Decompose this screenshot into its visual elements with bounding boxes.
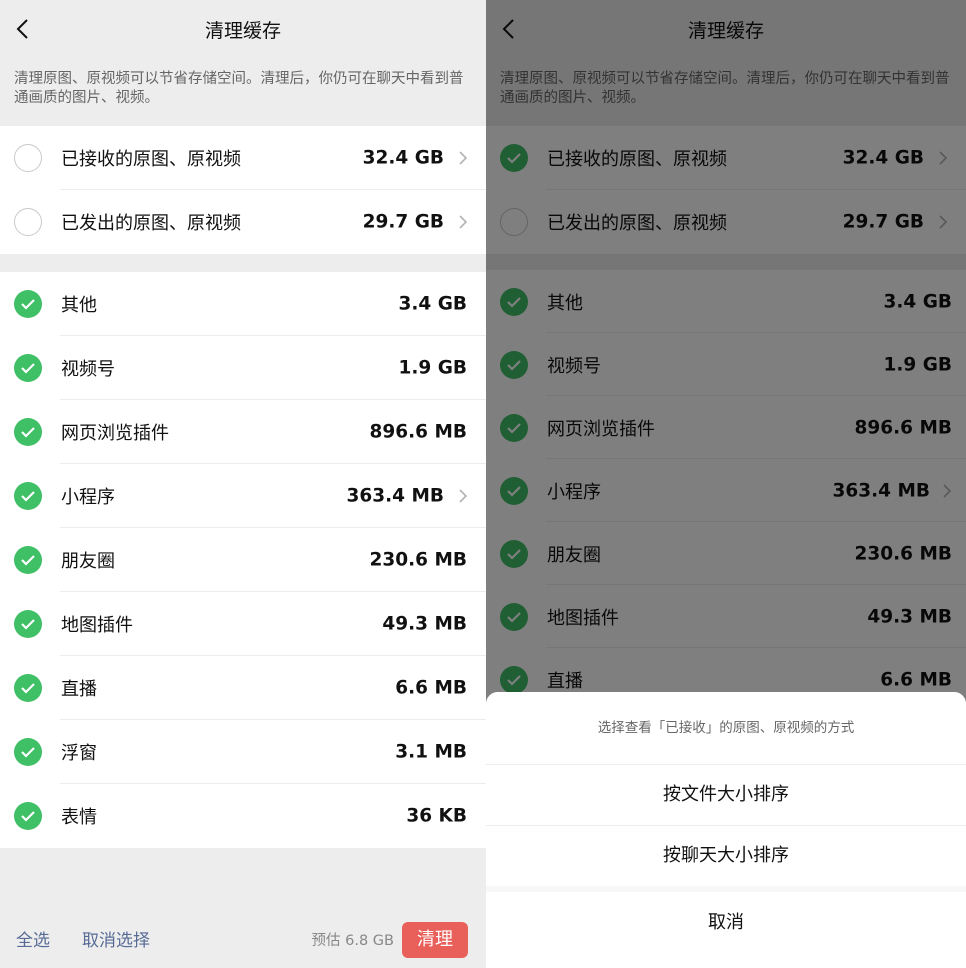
estimate-size: 预估 6.8 GB: [311, 933, 394, 949]
row-size: 32.4 GB: [362, 147, 444, 169]
row-received-originals[interactable]: 已接收的原图、原视频 32.4 GB: [0, 126, 486, 190]
checked-circle-icon[interactable]: [14, 546, 42, 574]
checked-circle-icon[interactable]: [14, 418, 42, 446]
row-stickers[interactable]: 表情 36 KB: [0, 784, 486, 848]
sort-by-file-size-option[interactable]: 按文件大小排序: [486, 765, 966, 825]
checked-circle-icon[interactable]: [14, 738, 42, 766]
row-size: 3.4 GB: [398, 293, 468, 315]
action-sheet: 选择查看「已接收」的原图、原视频的方式 按文件大小排序 按聊天大小排序 取消: [486, 692, 966, 968]
clean-button[interactable]: 清理: [402, 922, 468, 958]
deselect-link[interactable]: 取消选择: [82, 926, 150, 951]
row-other[interactable]: 其他 3.4 GB: [0, 272, 486, 336]
select-all-link[interactable]: 全选: [16, 926, 50, 951]
row-label: 直播: [61, 679, 97, 700]
row-floating-window[interactable]: 浮窗 3.1 MB: [0, 720, 486, 784]
unchecked-radio-icon[interactable]: [14, 208, 42, 236]
row-label: 表情: [61, 807, 97, 828]
cancel-button[interactable]: 取消: [486, 892, 966, 968]
row-label: 浮窗: [61, 743, 97, 764]
row-label: 网页浏览插件: [61, 423, 169, 444]
nav-bar: 清理缓存: [0, 0, 486, 58]
row-label: 视频号: [61, 359, 115, 380]
checked-circle-icon[interactable]: [14, 610, 42, 638]
chevron-right-icon: [459, 489, 468, 503]
row-web-plugin[interactable]: 网页浏览插件 896.6 MB: [0, 400, 486, 464]
cache-cleanup-screen: 清理缓存 清理原图、原视频可以节省存储空间。清理后，你仍可在聊天中看到普通画质的…: [0, 0, 486, 968]
row-label: 其他: [61, 295, 97, 316]
checked-circle-icon[interactable]: [14, 802, 42, 830]
row-label: 地图插件: [61, 615, 133, 636]
checked-circle-icon[interactable]: [14, 674, 42, 702]
row-size: 896.6 MB: [369, 421, 467, 443]
unchecked-radio-icon[interactable]: [14, 144, 42, 172]
row-size: 36 KB: [406, 805, 467, 827]
cache-items-group: 其他 3.4 GB 视频号 1.9 GB 网页浏览插件 896.6 MB 小程序…: [0, 272, 486, 848]
action-sheet-title: 选择查看「已接收」的原图、原视频的方式: [486, 692, 966, 764]
row-size: 6.6 MB: [395, 677, 467, 699]
row-size: 363.4 MB: [346, 485, 444, 507]
footer-bar: 全选 取消选择 预估 6.8 GB 清理: [0, 912, 486, 968]
row-label: 已接收的原图、原视频: [61, 149, 241, 170]
row-size: 1.9 GB: [398, 357, 468, 379]
row-moments[interactable]: 朋友圈 230.6 MB: [0, 528, 486, 592]
row-live[interactable]: 直播 6.6 MB: [0, 656, 486, 720]
row-map-plugin[interactable]: 地图插件 49.3 MB: [0, 592, 486, 656]
row-size: 29.7 GB: [362, 211, 444, 233]
row-size: 3.1 MB: [395, 741, 467, 763]
row-channels[interactable]: 视频号 1.9 GB: [0, 336, 486, 400]
checked-circle-icon[interactable]: [14, 354, 42, 382]
sort-by-chat-size-option[interactable]: 按聊天大小排序: [486, 826, 966, 886]
checked-circle-icon[interactable]: [14, 290, 42, 318]
cache-cleanup-screen-with-sheet: 清理缓存 清理原图、原视频可以节省存储空间。清理后，你仍可在聊天中看到普通画质的…: [486, 0, 966, 968]
row-size: 49.3 MB: [382, 613, 467, 635]
original-media-group: 已接收的原图、原视频 32.4 GB 已发出的原图、原视频 29.7 GB: [0, 126, 486, 254]
row-label: 小程序: [61, 487, 115, 508]
chevron-right-icon: [459, 151, 468, 165]
row-label: 已发出的原图、原视频: [61, 213, 241, 234]
row-size: 230.6 MB: [369, 549, 467, 571]
chevron-right-icon: [459, 215, 468, 229]
row-sent-originals[interactable]: 已发出的原图、原视频 29.7 GB: [0, 190, 486, 254]
checked-circle-icon[interactable]: [14, 482, 42, 510]
page-title: 清理缓存: [204, 20, 281, 42]
cleanup-description: 清理原图、原视频可以节省存储空间。清理后，你仍可在聊天中看到普通画质的图片、视频…: [14, 71, 464, 106]
row-mini-programs[interactable]: 小程序 363.4 MB: [0, 464, 486, 528]
row-label: 朋友圈: [61, 551, 115, 572]
